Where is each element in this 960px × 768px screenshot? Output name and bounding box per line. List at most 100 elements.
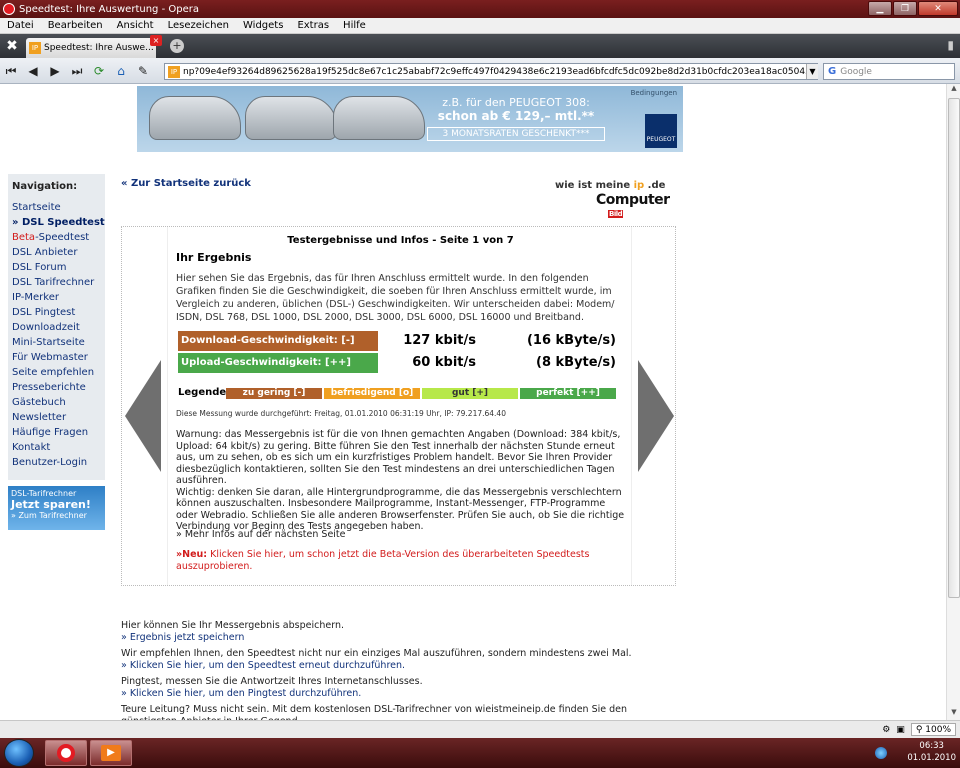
car-image <box>245 96 337 140</box>
repeat-test-link[interactable]: » Klicken Sie hier, um den Speedtest ern… <box>121 660 651 672</box>
site-favicon: IP <box>29 42 41 54</box>
address-field[interactable]: IP np?09e4ef93264d89625628a19f525dc8e67c… <box>164 63 818 80</box>
zoom-control[interactable]: ⚲ 100% <box>910 723 956 736</box>
sidebar-item-haeufige-fragen[interactable]: Häufige Fragen <box>12 425 105 440</box>
vertical-scrollbar[interactable]: ▲ ▼ <box>946 84 960 720</box>
menu-extras[interactable]: Extras <box>290 20 336 31</box>
rewind-icon[interactable]: ⏮ <box>0 61 22 81</box>
car-image <box>333 96 425 140</box>
previous-page-arrow-icon[interactable] <box>125 360 161 472</box>
network-icon[interactable] <box>875 747 887 759</box>
menu-widgets[interactable]: Widgets <box>236 20 290 31</box>
sidebar-item-startseite[interactable]: Startseite <box>12 200 105 215</box>
legend: Legende: zu gering [-] befriedigend [o] … <box>176 387 626 400</box>
menu-ansicht[interactable]: Ansicht <box>110 20 161 31</box>
tarifrechner-promo[interactable]: DSL-Tarifrechner Jetzt sparen! » Zum Tar… <box>8 486 105 530</box>
menu-lesezeichen[interactable]: Lesezeichen <box>161 20 236 31</box>
clock-date: 01.01.2010 <box>907 753 956 763</box>
scroll-down-icon[interactable]: ▼ <box>947 708 960 720</box>
scrollbar-thumb[interactable] <box>948 98 960 598</box>
window-controls: ▁ ❐ ✕ <box>868 1 958 16</box>
minimize-button[interactable]: ▁ <box>868 1 892 16</box>
peugeot-banner[interactable]: z.B. für den PEUGEOT 308: schon ab € 129… <box>137 86 683 152</box>
sidebar-item-seite-empfehlen[interactable]: Seite empfehlen <box>12 365 105 380</box>
car-image <box>149 96 241 140</box>
tarif-text: Teure Leitung? Muss nicht sein. Mit dem … <box>121 704 628 720</box>
repeat-section: Wir empfehlen Ihnen, den Speedtest nicht… <box>121 648 651 671</box>
sidebar-item-dsl-anbieter[interactable]: DSL Anbieter <box>12 245 105 260</box>
back-icon[interactable]: ◀ <box>22 61 44 81</box>
trash-icon[interactable]: ▮ <box>947 38 954 52</box>
sidebar-item-newsletter[interactable]: Newsletter <box>12 410 105 425</box>
search-field[interactable]: G Google <box>823 63 955 80</box>
window-title: Speedtest: Ihre Auswertung - Opera <box>19 3 199 15</box>
repeat-text: Wir empfehlen Ihnen, den Speedtest nicht… <box>121 648 632 659</box>
banner-promo: z.B. für den PEUGEOT 308: schon ab € 129… <box>427 94 605 150</box>
tab-close-button[interactable]: × <box>150 35 162 46</box>
menu-bearbeiten[interactable]: Bearbeiten <box>41 20 110 31</box>
close-button[interactable]: ✕ <box>918 1 958 16</box>
sidebar-navigation: Navigation: Startseite » DSL Speedtest B… <box>8 174 105 480</box>
forward-icon[interactable]: ▶ <box>44 61 66 81</box>
status-bar: ⚙ ▣ ⚲ 100% <box>0 720 960 738</box>
upload-kbit: 60 kbit/s <box>412 355 476 370</box>
sidebar-item-dsl-pingtest[interactable]: DSL Pingtest <box>12 305 105 320</box>
legend-perfekt: perfekt [++] <box>520 388 616 399</box>
search-icon: ⚲ <box>915 725 926 735</box>
sidebar-item-gaestebuch[interactable]: Gästebuch <box>12 395 105 410</box>
computerbild-logo: Computer Bild <box>596 192 670 218</box>
save-result-link[interactable]: » Ergebnis jetzt speichern <box>121 632 651 644</box>
taskbar-media-player[interactable]: ▶ <box>90 740 132 766</box>
sidebar-item-ip-merker[interactable]: IP-Merker <box>12 290 105 305</box>
menu-datei[interactable]: Datei <box>0 20 41 31</box>
sidebar-item-dsl-speedtest[interactable]: » DSL Speedtest <box>12 215 105 230</box>
next-page-arrow-icon[interactable] <box>638 360 674 472</box>
reload-icon[interactable]: ⟳ <box>88 61 110 81</box>
scroll-up-icon[interactable]: ▲ <box>947 84 960 96</box>
sidebar-item-beta-speedtest[interactable]: Beta-Speedtest <box>12 230 105 245</box>
home-icon[interactable]: ⌂ <box>110 61 132 81</box>
legend-zu-gering: zu gering [-] <box>226 388 322 399</box>
address-dropdown-icon[interactable]: ▼ <box>806 64 818 79</box>
taskbar-opera[interactable] <box>45 740 87 766</box>
sidebar-item-benutzer-login[interactable]: Benutzer-Login <box>12 455 105 470</box>
sidebar-item-mini-startseite[interactable]: Mini-Startseite <box>12 335 105 350</box>
clock[interactable]: 06:33 01.01.2010 <box>907 740 956 764</box>
start-button[interactable] <box>4 739 34 767</box>
legend-label: Legende: <box>178 387 231 398</box>
sidebar-item-presseberichte[interactable]: Presseberichte <box>12 380 105 395</box>
beta-link[interactable]: »Neu: Klicken Sie hier, um schon jetzt d… <box>176 549 626 573</box>
banner-conditions[interactable]: Bedingungen <box>631 89 677 97</box>
sidebar-item-dsl-forum[interactable]: DSL Forum <box>12 260 105 275</box>
sidebar-item-fuer-webmaster[interactable]: Für Webmaster <box>12 350 105 365</box>
fast-forward-icon[interactable]: ⏭ <box>66 61 88 81</box>
back-to-home-link[interactable]: « Zur Startseite zurück <box>121 178 251 189</box>
sidebar-title: Navigation: <box>12 181 78 192</box>
pingtest-link[interactable]: » Klicken Sie hier, um den Pingtest durc… <box>121 688 651 700</box>
image-settings-icon[interactable]: ▣ <box>896 725 905 735</box>
download-row: Download-Geschwindigkeit: [-] 127 kbit/s… <box>176 331 626 351</box>
view-settings-icon[interactable]: ⚙ <box>882 725 890 735</box>
new-tab-button[interactable]: + <box>170 39 184 53</box>
menu-hilfe[interactable]: Hilfe <box>336 20 373 31</box>
sidebar-item-kontakt[interactable]: Kontakt <box>12 440 105 455</box>
result-intro: Hier sehen Sie das Ergebnis, das für Ihr… <box>176 273 615 323</box>
media-player-icon: ▶ <box>101 745 121 761</box>
tools-icon[interactable]: ✖ <box>2 38 22 54</box>
maximize-button[interactable]: ❐ <box>893 1 917 16</box>
panel-title: Testergebnisse und Infos - Seite 1 von 7 <box>287 235 514 246</box>
more-info-link[interactable]: » Mehr Infos auf der nächsten Seite <box>176 529 346 540</box>
tarif-line2: Jetzt sparen! <box>11 498 91 511</box>
site-logo[interactable]: wie ist meine ip .de <box>555 180 665 191</box>
page-viewport: z.B. für den PEUGEOT 308: schon ab € 129… <box>0 84 946 720</box>
save-text: Hier können Sie Ihr Messergebnis abspeic… <box>121 620 344 631</box>
result-heading: Ihr Ergebnis <box>176 251 252 264</box>
title-bar: Speedtest: Ihre Auswertung - Opera ▁ ❐ ✕ <box>0 0 960 18</box>
result-content: Testergebnisse und Infos - Seite 1 von 7… <box>167 227 632 585</box>
sidebar-item-dsl-tarifrechner[interactable]: DSL Tarifrechner <box>12 275 105 290</box>
edit-icon[interactable]: ✎ <box>132 61 154 81</box>
sidebar-item-downloadzeit[interactable]: Downloadzeit <box>12 320 105 335</box>
clock-time: 06:33 <box>919 741 944 751</box>
tab-speedtest[interactable]: IP Speedtest: Ihre Auswe... × <box>26 35 162 58</box>
measurement-info: Diese Messung wurde durchgeführt: Freita… <box>176 409 506 418</box>
